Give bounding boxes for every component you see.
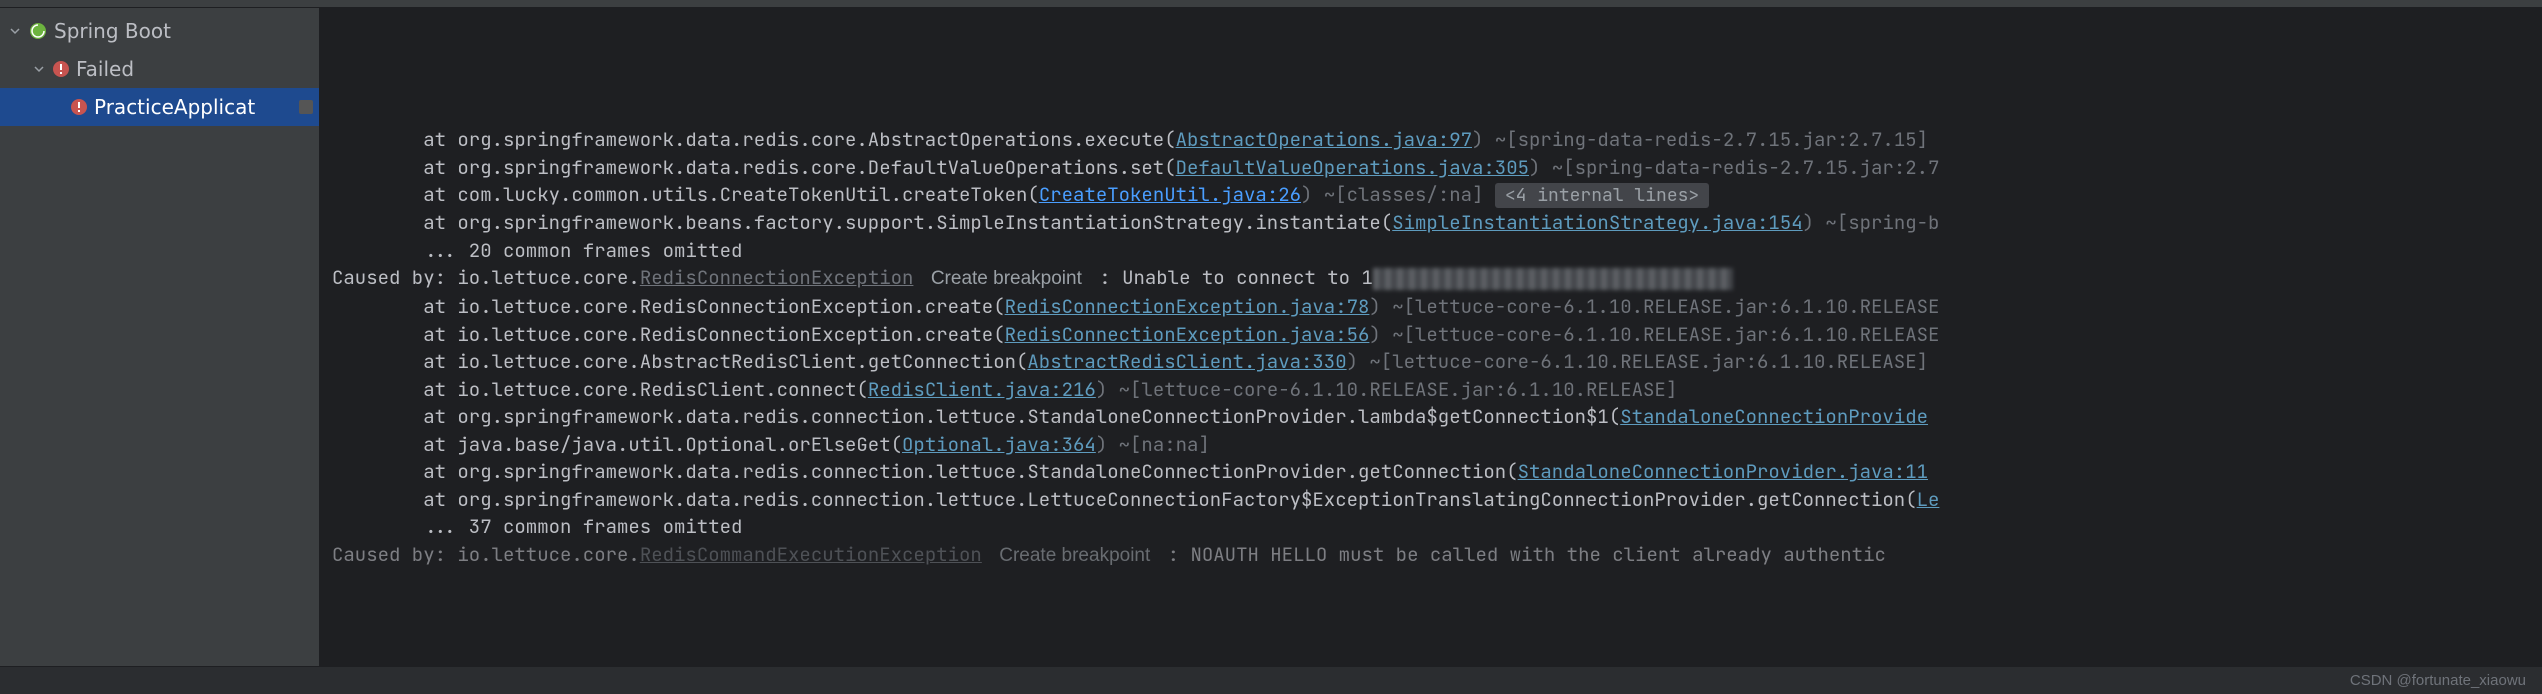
truncation-badge (299, 100, 313, 114)
tree-label: PracticeApplicat (94, 95, 255, 119)
tree-label: Failed (76, 57, 134, 81)
run-dashboard-sidebar: Spring Boot Failed PracticeApplicat (0, 8, 320, 666)
caused-by-line: Caused by: io.lettuce.core.RedisCommandE… (332, 541, 2542, 570)
tree-node-failed[interactable]: Failed (0, 50, 319, 88)
stack-line: at org.springframework.data.redis.connec… (332, 458, 2542, 486)
toolbar (0, 0, 2542, 8)
redacted-host (1373, 268, 1733, 290)
stack-line: at org.springframework.beans.factory.sup… (332, 209, 2542, 237)
stack-line: ... 20 common frames omitted (332, 237, 2542, 265)
source-link[interactable]: SimpleInstantiationStrategy.java:154 (1392, 210, 1802, 235)
stack-line: at io.lettuce.core.RedisConnectionExcept… (332, 293, 2542, 321)
source-link[interactable]: DefaultValueOperations.java:305 (1176, 155, 1529, 180)
source-link[interactable]: RedisClient.java:216 (868, 377, 1096, 402)
tree-node-app[interactable]: PracticeApplicat (0, 88, 319, 126)
console-output[interactable]: at org.springframework.data.redis.core.A… (320, 8, 2542, 666)
stack-line: ... 37 common frames omitted (332, 513, 2542, 541)
source-link[interactable]: CreateTokenUtil.java:26 (1039, 182, 1301, 207)
source-link[interactable]: Optional.java:364 (902, 432, 1096, 457)
folded-frames-badge[interactable]: <4 internal lines> (1495, 183, 1709, 208)
console-tabs (332, 63, 2542, 71)
exception-link[interactable]: RedisConnectionException (640, 265, 914, 290)
tree-node-spring-boot[interactable]: Spring Boot (0, 12, 319, 50)
source-link[interactable]: StandaloneConnectionProvider.java:11 (1518, 459, 1928, 484)
stack-line: at org.springframework.data.redis.connec… (332, 486, 2542, 514)
tree-label: Spring Boot (54, 19, 171, 43)
stack-line: at org.springframework.data.redis.connec… (332, 403, 2542, 431)
create-breakpoint-button[interactable]: Create breakpoint (993, 545, 1156, 566)
error-icon (70, 98, 88, 116)
spring-boot-icon (28, 21, 48, 41)
chevron-down-icon (32, 62, 46, 76)
watermark: CSDN @fortunate_xiaowu (2350, 672, 2526, 689)
chevron-down-icon (8, 24, 22, 38)
create-breakpoint-button[interactable]: Create breakpoint (925, 268, 1088, 289)
stack-line: at org.springframework.data.redis.core.A… (332, 126, 2542, 154)
source-link[interactable]: AbstractOperations.java:97 (1176, 127, 1472, 152)
stack-line: at java.base/java.util.Optional.orElseGe… (332, 431, 2542, 459)
status-bar: CSDN @fortunate_xiaowu (0, 666, 2542, 694)
stack-line: at io.lettuce.core.RedisConnectionExcept… (332, 321, 2542, 349)
source-link[interactable]: AbstractRedisClient.java:330 (1027, 349, 1346, 374)
stack-line: at io.lettuce.core.AbstractRedisClient.g… (332, 348, 2542, 376)
exception-link[interactable]: RedisCommandExecutionException (640, 542, 982, 567)
stack-line: at io.lettuce.core.RedisClient.connect(R… (332, 376, 2542, 404)
source-link[interactable]: StandaloneConnectionProvide (1620, 404, 1928, 429)
error-icon (52, 60, 70, 78)
source-link[interactable]: Le (1917, 487, 1940, 512)
caused-by-line: Caused by: io.lettuce.core.RedisConnecti… (332, 264, 2542, 293)
stack-line: at com.lucky.common.utils.CreateTokenUti… (332, 181, 2542, 209)
source-link[interactable]: RedisConnectionException.java:78 (1005, 294, 1370, 319)
source-link[interactable]: RedisConnectionException.java:56 (1005, 322, 1370, 347)
stack-line: at org.springframework.data.redis.core.D… (332, 154, 2542, 182)
